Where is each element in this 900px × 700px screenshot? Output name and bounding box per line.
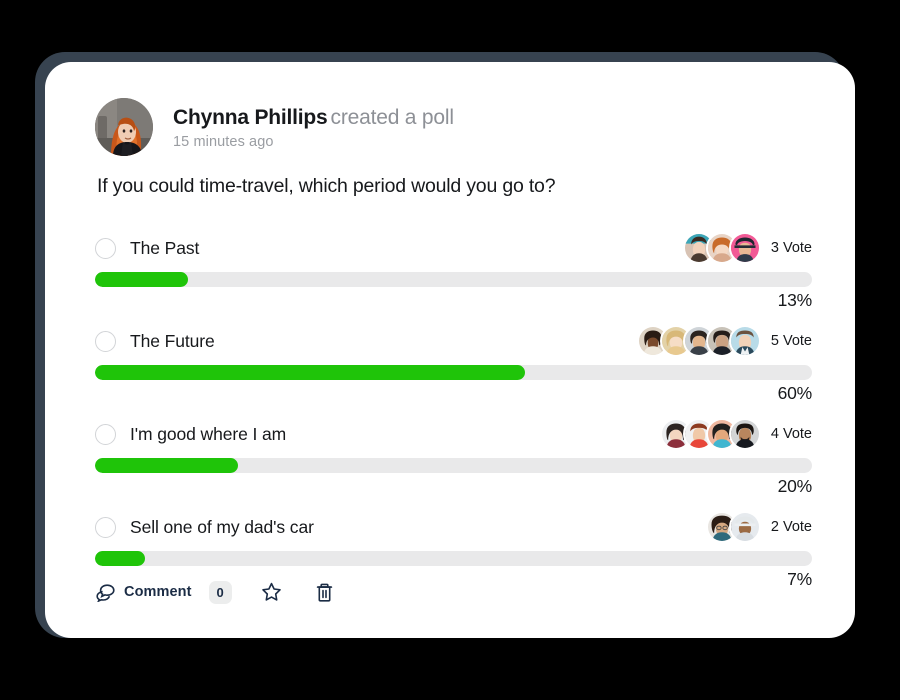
author-name[interactable]: Chynna Phillips (173, 106, 328, 129)
poll-option-row[interactable]: The Future 5 Vote 60% (45, 315, 855, 408)
poll-question: If you could time-travel, which period w… (97, 175, 556, 197)
poll-option-bar-track (95, 458, 812, 473)
poll-option-percent: 20% (777, 476, 813, 496)
post-timestamp: 15 minutes ago (173, 133, 274, 150)
poll-option-bar-track (95, 365, 812, 380)
voter-avatar[interactable] (728, 232, 761, 264)
poll-option-bar-fill (95, 458, 239, 473)
post-header: Chynna Phillips created a poll 15 minutes… (95, 98, 454, 156)
poll-option-vote-count: 2 Vote (770, 519, 812, 535)
star-icon (261, 582, 282, 602)
poll-option-header: The Future 5 Vote (95, 324, 812, 358)
poll-option-label: The Future (130, 330, 215, 351)
poll-option-row[interactable]: I'm good where I am 4 Vote 20% (45, 408, 855, 501)
poll-option-bar-fill (95, 272, 189, 287)
poll-option-vote-count: 5 Vote (770, 333, 812, 349)
poll-option-label: Sell one of my dad's car (130, 516, 314, 537)
poll-option-header: The Past 3 Vote (95, 231, 812, 265)
comment-label: Comment (124, 584, 192, 600)
radio-button-icon[interactable] (95, 423, 116, 445)
delete-button[interactable] (312, 579, 338, 605)
poll-option-percent: 13% (777, 290, 813, 310)
voter-avatar[interactable] (728, 418, 761, 450)
poll-option-voters: 2 Vote (705, 511, 812, 543)
poll-option-vote-count: 3 Vote (770, 240, 812, 256)
poll-option-voters: 4 Vote (659, 418, 812, 450)
voter-avatar[interactable] (728, 511, 761, 543)
voter-avatar-stack[interactable] (636, 325, 761, 357)
voter-avatar-stack[interactable] (659, 418, 761, 450)
comment-button[interactable]: Comment 0 (95, 580, 232, 604)
comment-count-badge: 0 (208, 580, 232, 604)
poll-option-bar-track (95, 272, 812, 287)
card-footer-toolbar: Comment 0 (95, 579, 338, 605)
voter-avatar-stack[interactable] (682, 232, 761, 264)
radio-button-icon[interactable] (95, 237, 116, 259)
trash-icon (315, 582, 334, 603)
poll-card: Chynna Phillips created a poll 15 minutes… (45, 62, 855, 638)
poll-option-percent: 60% (777, 383, 813, 403)
poll-option-voters: 3 Vote (682, 232, 812, 264)
poll-option-percent: 7% (787, 569, 812, 589)
poll-option-header: Sell one of my dad's car 2 Vote (95, 510, 812, 544)
poll-option-bar-track (95, 551, 812, 566)
screenshot-stage: Chynna Phillips created a poll 15 minutes… (0, 0, 900, 700)
poll-option-voters: 5 Vote (636, 325, 812, 357)
author-avatar[interactable] (95, 98, 153, 156)
chat-bubbles-icon (95, 583, 116, 602)
voter-avatar[interactable] (728, 325, 761, 357)
byline: Chynna Phillips created a poll (173, 105, 454, 131)
poll-option-label: The Past (130, 237, 200, 258)
post-header-text: Chynna Phillips created a poll 15 minutes… (173, 105, 454, 150)
poll-option-bar-fill (95, 551, 146, 566)
poll-option-bar-fill (95, 365, 526, 380)
poll-option-row[interactable]: The Past 3 Vote 13% (45, 222, 855, 315)
favorite-star-button[interactable] (259, 579, 285, 605)
poll-options-list: The Past 3 Vote 13% The Future 5 Vote 60… (45, 222, 855, 594)
voter-avatar-stack[interactable] (705, 511, 761, 543)
poll-option-vote-count: 4 Vote (770, 426, 812, 442)
poll-option-label: I'm good where I am (130, 423, 287, 444)
radio-button-icon[interactable] (95, 516, 116, 538)
post-action-text: created a poll (330, 105, 454, 129)
poll-option-header: I'm good where I am 4 Vote (95, 417, 812, 451)
radio-button-icon[interactable] (95, 330, 116, 352)
